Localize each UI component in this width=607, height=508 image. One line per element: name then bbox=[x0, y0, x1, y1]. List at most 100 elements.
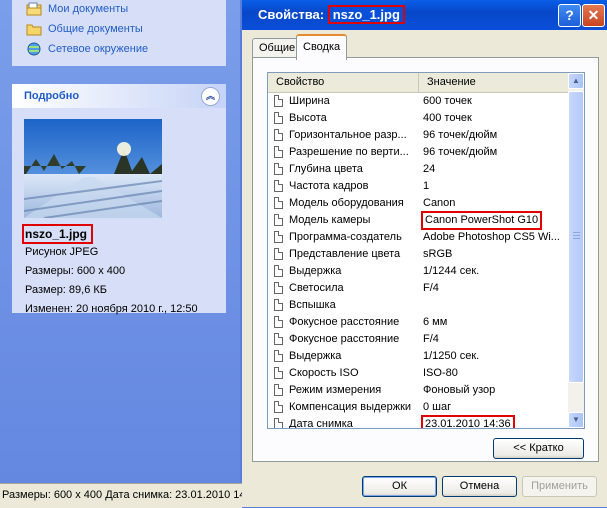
document-icon bbox=[274, 418, 283, 428]
document-icon bbox=[274, 197, 283, 209]
details-header[interactable]: Подробно ︽ bbox=[12, 84, 226, 108]
document-icon bbox=[274, 265, 283, 277]
tab-general[interactable]: Общие bbox=[252, 38, 303, 58]
property-value: 600 точек bbox=[423, 95, 472, 107]
help-button[interactable]: ? bbox=[558, 4, 581, 27]
property-name: Глубина цвета bbox=[289, 163, 363, 175]
table-row[interactable]: Фокусное расстояние 6 мм bbox=[268, 314, 568, 331]
property-name: Светосила bbox=[289, 282, 344, 294]
table-row[interactable]: Фокусное расстояние F/4 bbox=[268, 331, 568, 348]
link-label: Мои документы bbox=[48, 3, 129, 15]
list-header: Свойство Значение bbox=[268, 73, 568, 93]
document-icon bbox=[274, 350, 283, 362]
property-name: Высота bbox=[289, 112, 327, 124]
column-header-value[interactable]: Значение bbox=[419, 73, 476, 92]
property-value: F/4 bbox=[423, 282, 439, 294]
property-value: Canon PowerShot G10 bbox=[421, 211, 543, 230]
table-row[interactable]: Режим измерения Фоновый узор bbox=[268, 382, 568, 399]
table-row[interactable]: Скорость ISO ISO-80 bbox=[268, 365, 568, 382]
details-size: Размер: 89,6 КБ bbox=[25, 284, 108, 296]
document-icon bbox=[274, 299, 283, 311]
link-network-places[interactable]: Сетевое окружение bbox=[12, 39, 226, 59]
document-icon bbox=[274, 333, 283, 345]
table-row[interactable]: Модель камеры Canon PowerShot G10 bbox=[268, 211, 568, 230]
link-shared-documents[interactable]: Общие документы bbox=[12, 19, 226, 39]
tab-summary[interactable]: Сводка bbox=[296, 34, 348, 60]
table-row[interactable]: Модель оборудования Canon bbox=[268, 195, 568, 212]
other-places-panel: Мои документы Общие документы Сетевое ок… bbox=[12, 0, 226, 66]
scroll-down-arrow-icon[interactable]: ▼ bbox=[568, 412, 584, 428]
document-icon bbox=[274, 401, 283, 413]
property-value: 6 мм bbox=[423, 316, 448, 328]
property-name: Компенсация выдержки bbox=[289, 401, 412, 413]
document-icon bbox=[274, 214, 283, 226]
cancel-button[interactable]: Отмена bbox=[442, 476, 517, 497]
scrollbar-thumb[interactable] bbox=[568, 91, 584, 383]
details-filename: nszo_1.jpg bbox=[22, 224, 94, 244]
property-value: 96 точек/дюйм bbox=[423, 129, 498, 141]
property-name: Дата снимка bbox=[289, 418, 353, 429]
table-row[interactable]: Выдержка 1/1250 сек. bbox=[268, 348, 568, 365]
property-value: 1 bbox=[423, 180, 430, 192]
document-icon bbox=[274, 231, 283, 243]
image-thumbnail bbox=[24, 119, 162, 218]
property-value: Фоновый узор bbox=[423, 384, 496, 396]
table-row[interactable]: Светосила F/4 bbox=[268, 280, 568, 297]
link-my-documents[interactable]: Мои документы bbox=[12, 0, 226, 19]
collapse-chevron-icon[interactable]: ︽ bbox=[201, 86, 220, 106]
property-name: Выдержка bbox=[289, 265, 342, 277]
property-name: Ширина bbox=[289, 95, 330, 107]
details-dimensions: Размеры: 600 x 400 bbox=[25, 265, 126, 277]
document-icon bbox=[274, 384, 283, 396]
property-value: 400 точек bbox=[423, 112, 472, 124]
column-header-property[interactable]: Свойство bbox=[268, 73, 419, 92]
network-icon bbox=[27, 42, 41, 56]
property-name: Частота кадров bbox=[289, 180, 369, 192]
status-bar: Размеры: 600 x 400 Дата снимка: 23.01.20… bbox=[0, 483, 242, 508]
dialog-title: Свойства: nszo_1.jpg bbox=[258, 0, 405, 30]
apply-button[interactable]: Применить bbox=[522, 476, 597, 497]
table-row[interactable]: Представление цвета sRGB bbox=[268, 246, 568, 263]
explorer-task-pane: Мои документы Общие документы Сетевое ок… bbox=[0, 0, 242, 508]
property-name: Скорость ISO bbox=[289, 367, 359, 379]
table-row[interactable]: Программа-создатель Adobe Photoshop CS5 W… bbox=[268, 229, 568, 246]
property-name: Фокусное расстояние bbox=[289, 316, 400, 328]
table-row[interactable]: Разрешение по верти... 96 точек/дюйм bbox=[268, 144, 568, 161]
vertical-scrollbar[interactable]: ▲ ▼ bbox=[568, 73, 584, 428]
document-icon bbox=[274, 112, 283, 124]
details-title: Подробно bbox=[24, 90, 80, 102]
table-row[interactable]: Компенсация выдержки 0 шаг bbox=[268, 399, 568, 416]
table-row[interactable]: Высота 400 точек bbox=[268, 110, 568, 127]
document-icon bbox=[274, 95, 283, 107]
properties-dialog: Свойства: nszo_1.jpg ? ✕ Общие Сводка Св… bbox=[242, 0, 607, 507]
link-label: Сетевое окружение bbox=[48, 43, 149, 55]
property-value: 24 bbox=[423, 163, 436, 175]
document-icon bbox=[274, 129, 283, 141]
scroll-up-arrow-icon[interactable]: ▲ bbox=[568, 73, 584, 89]
property-name: Представление цвета bbox=[289, 248, 401, 260]
table-row[interactable]: Горизонтальное разр... 96 точек/дюйм bbox=[268, 127, 568, 144]
document-icon bbox=[274, 163, 283, 175]
properties-list: Свойство Значение Ширина 600 точек Высота 4… bbox=[267, 72, 585, 429]
brief-button[interactable]: << Кратко bbox=[493, 438, 584, 459]
property-name: Выдержка bbox=[289, 350, 342, 362]
property-value: 1/1244 сек. bbox=[423, 265, 480, 277]
property-value: 0 шаг bbox=[423, 401, 452, 413]
folder-icon bbox=[26, 24, 42, 36]
close-button[interactable]: ✕ bbox=[582, 4, 605, 27]
ok-button[interactable]: ОК bbox=[362, 476, 437, 497]
property-value: 1/1250 сек. bbox=[423, 350, 480, 362]
table-row[interactable]: Дата снимка 23.01.2010 14:36 bbox=[268, 415, 568, 429]
property-value: 23.01.2010 14:36 bbox=[421, 415, 515, 428]
property-value: F/4 bbox=[423, 333, 439, 345]
property-value: sRGB bbox=[423, 248, 453, 260]
property-rows: Ширина 600 точек Высота 400 точек Горизонтал… bbox=[268, 93, 568, 429]
table-row[interactable]: Ширина 600 точек bbox=[268, 93, 568, 110]
table-row[interactable]: Частота кадров 1 bbox=[268, 178, 568, 195]
details-modified: Изменен: 20 ноября 2010 г., 12:50 bbox=[25, 303, 198, 315]
dialog-titlebar[interactable]: Свойства: nszo_1.jpg ? ✕ bbox=[242, 0, 607, 30]
document-icon bbox=[274, 146, 283, 158]
table-row[interactable]: Глубина цвета 24 bbox=[268, 161, 568, 178]
table-row[interactable]: Выдержка 1/1244 сек. bbox=[268, 263, 568, 280]
table-row[interactable]: Вспышка bbox=[268, 297, 568, 314]
